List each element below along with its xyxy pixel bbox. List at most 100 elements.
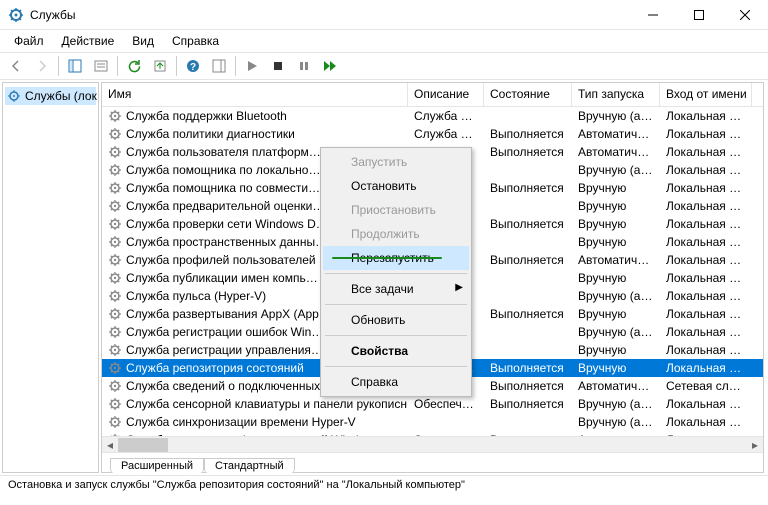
- scroll-left-arrow[interactable]: ◂: [102, 437, 118, 453]
- cell-logon: Локальная сис…: [660, 163, 752, 177]
- title-bar: Службы: [0, 0, 768, 30]
- scroll-thumb[interactable]: [118, 438, 168, 452]
- service-name-text: Служба предварительной оценки…: [126, 199, 324, 213]
- menu-view[interactable]: Вид: [124, 32, 162, 50]
- service-name-text: Служба пространственных данны…: [126, 235, 327, 249]
- cell-state: Выполняется: [484, 127, 572, 141]
- ctx-separator: [325, 366, 467, 367]
- service-name-text: Служба регистрации ошибок Win…: [126, 325, 323, 339]
- service-gear-icon: [108, 415, 122, 429]
- service-name-text: Служба регистрации управления…: [126, 343, 323, 357]
- context-menu: Запустить Остановить Приостановить Продо…: [320, 147, 472, 397]
- maximize-button[interactable]: [676, 0, 722, 30]
- tree-root-label: Службы (лок: [25, 89, 97, 103]
- ctx-properties[interactable]: Свойства: [323, 339, 469, 363]
- ctx-all-tasks[interactable]: Все задачи▶: [323, 277, 469, 301]
- cell-state: Выполняется: [484, 361, 572, 375]
- cell-logon: Локальная сис…: [660, 289, 752, 303]
- ctx-refresh[interactable]: Обновить: [323, 308, 469, 332]
- cell-startup: Вручную: [572, 199, 660, 213]
- service-gear-icon: [108, 145, 122, 159]
- ctx-resume: Продолжить: [323, 222, 469, 246]
- back-button[interactable]: [4, 54, 28, 78]
- start-service-button[interactable]: [240, 54, 264, 78]
- service-name-text: Служба профилей пользователей: [126, 253, 316, 267]
- scroll-track[interactable]: [118, 438, 747, 452]
- service-gear-icon: [108, 343, 122, 357]
- service-gear-icon: [108, 379, 122, 393]
- tree-pane[interactable]: Службы (лок: [2, 82, 99, 473]
- service-gear-icon: [108, 163, 122, 177]
- minimize-button[interactable]: [630, 0, 676, 30]
- help-button[interactable]: ?: [181, 54, 205, 78]
- cell-state: Выполняется: [484, 379, 572, 393]
- chevron-right-icon: ▶: [455, 282, 463, 293]
- cell-logon: Локальная слу…: [660, 217, 752, 231]
- cell-startup: Вручную: [572, 361, 660, 375]
- menu-file[interactable]: Файл: [6, 32, 52, 50]
- cell-startup: Вручную (ак…: [572, 289, 660, 303]
- column-description[interactable]: Описание: [408, 83, 484, 106]
- cell-state: Выполняется: [484, 181, 572, 195]
- cell-startup: Вручную: [572, 307, 660, 321]
- ctx-stop[interactable]: Остановить: [323, 174, 469, 198]
- restart-service-button[interactable]: [318, 54, 342, 78]
- cell-logon: Локальная сис…: [660, 397, 752, 411]
- service-name-text: Служба пользователя платформ…: [126, 145, 321, 159]
- toolbar-separator: [235, 56, 236, 76]
- horizontal-scrollbar[interactable]: ◂ ▸: [102, 436, 763, 452]
- stop-service-button[interactable]: [266, 54, 290, 78]
- show-hide-tree-button[interactable]: [63, 54, 87, 78]
- ctx-pause: Приостановить: [323, 198, 469, 222]
- column-startup[interactable]: Тип запуска: [572, 83, 660, 106]
- ctx-separator: [325, 335, 467, 336]
- column-name[interactable]: Имя: [102, 83, 408, 106]
- service-row[interactable]: Служба сенсорной клавиатуры и панели рук…: [102, 395, 763, 413]
- menu-action[interactable]: Действие: [54, 32, 123, 50]
- toolbar-separator: [117, 56, 118, 76]
- refresh-button[interactable]: [122, 54, 146, 78]
- status-bar: Остановка и запуск службы "Служба репози…: [0, 475, 768, 497]
- column-logon[interactable]: Вход от имени: [660, 83, 752, 106]
- cell-logon: Локальная сис…: [660, 145, 752, 159]
- toolbar-separator: [176, 56, 177, 76]
- cell-logon: Сетевая служ…: [660, 379, 752, 393]
- service-row[interactable]: Служба политики диагностикиСлужба п…Выпо…: [102, 125, 763, 143]
- service-name-text: Служба сенсорной клавиатуры и панели рук…: [126, 397, 408, 411]
- show-hide-action-pane-button[interactable]: [207, 54, 231, 78]
- properties-button[interactable]: [89, 54, 113, 78]
- service-gear-icon: [108, 397, 122, 411]
- service-name-text: Служба публикации имен компь…: [126, 271, 318, 285]
- cell-startup: Вручную: [572, 271, 660, 285]
- tree-root-services[interactable]: Службы (лок: [5, 87, 96, 105]
- forward-button[interactable]: [30, 54, 54, 78]
- service-gear-icon: [108, 199, 122, 213]
- cell-description: Обеспечи…: [408, 397, 484, 411]
- service-row[interactable]: Служба синхронизации времени Hyper-VВруч…: [102, 413, 763, 431]
- service-gear-icon: [108, 361, 122, 375]
- cell-startup: Автоматиче…: [572, 253, 660, 267]
- service-gear-icon: [108, 307, 122, 321]
- export-button[interactable]: [148, 54, 172, 78]
- toolbar: ?: [0, 52, 768, 80]
- menu-help[interactable]: Справка: [164, 32, 227, 50]
- cell-logon: Локальная слу…: [660, 109, 752, 123]
- close-button[interactable]: [722, 0, 768, 30]
- cell-logon: Локальная слу…: [660, 271, 752, 285]
- tab-extended[interactable]: Расширенный: [110, 458, 204, 473]
- toolbar-separator: [58, 56, 59, 76]
- tab-standard[interactable]: Стандартный: [204, 458, 295, 473]
- service-name-text: Служба пульса (Hyper-V): [126, 289, 266, 303]
- cell-description: Служба п…: [408, 127, 484, 141]
- scroll-right-arrow[interactable]: ▸: [747, 437, 763, 453]
- service-name-text: Служба синхронизации времени Hyper-V: [126, 415, 356, 429]
- pause-service-button[interactable]: [292, 54, 316, 78]
- service-gear-icon: [108, 253, 122, 267]
- service-row[interactable]: Служба поддержки BluetoothСлужба Bl…Вруч…: [102, 107, 763, 125]
- cell-logon: Локальная сис…: [660, 325, 752, 339]
- cell-logon: Локальная сис…: [660, 343, 752, 357]
- cell-logon: Локальная слу…: [660, 235, 752, 249]
- column-state[interactable]: Состояние: [484, 83, 572, 106]
- ctx-help[interactable]: Справка: [323, 370, 469, 394]
- menu-bar: Файл Действие Вид Справка: [0, 30, 768, 52]
